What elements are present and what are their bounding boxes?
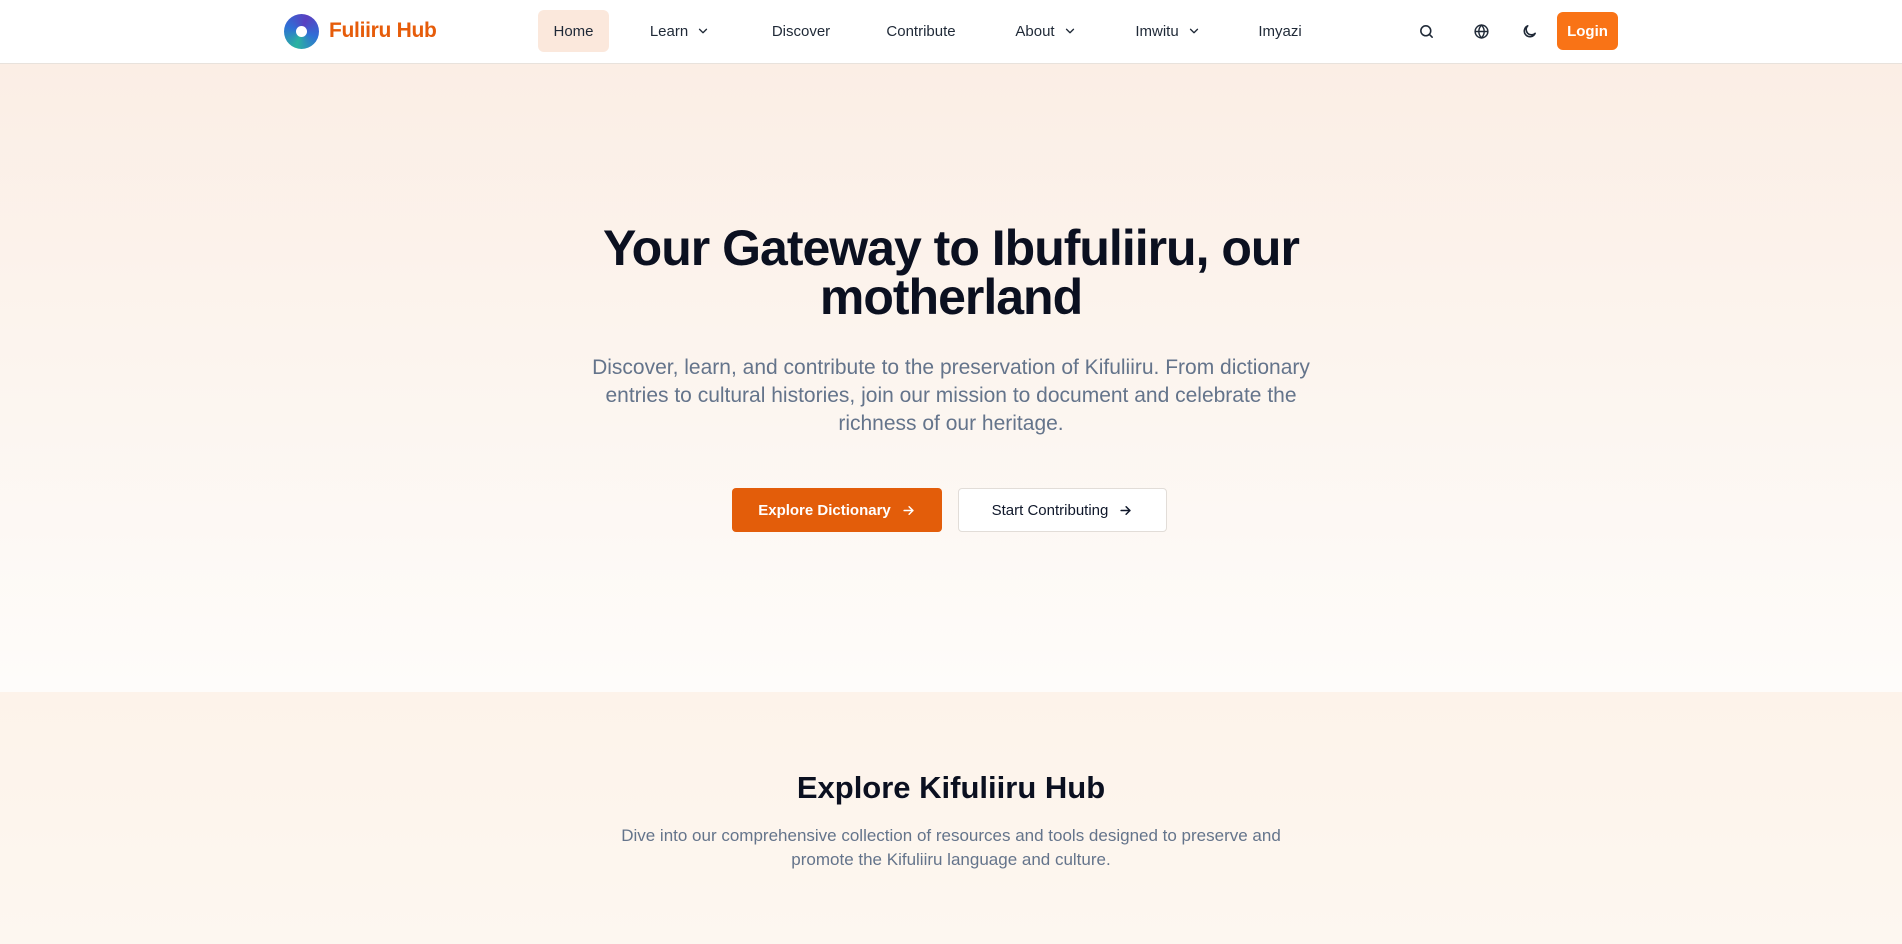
nav-learn[interactable]: Learn [640,10,720,52]
explore-dictionary-button[interactable]: Explore Dictionary [732,488,942,532]
nav-discover[interactable]: Discover [762,10,840,52]
search-icon [1419,24,1433,38]
nav-about-label: About [1015,22,1055,40]
globe-icon [1473,23,1489,39]
nav-imwitu[interactable]: Imwitu [1131,10,1205,52]
nav-contribute[interactable]: Contribute [881,10,961,52]
nav-about[interactable]: About [1004,10,1088,52]
language-button[interactable] [1466,16,1496,46]
logo-icon [284,13,319,49]
chevron-down-icon [1065,28,1074,34]
start-contributing-label: Start Contributing [991,501,1109,519]
nav-imwitu-label: Imwitu [1135,22,1179,40]
nav-imyazi[interactable]: Imyazi [1250,10,1310,52]
nav-discover-label: Discover [771,22,831,40]
nav-contribute-label: Contribute [886,22,956,40]
login-button[interactable]: Login [1557,12,1618,50]
chevron-down-icon [1189,28,1198,34]
arrow-right-icon [903,505,914,515]
brand-logo[interactable]: Fuliiru Hub [284,13,437,49]
chevron-down-icon [699,28,708,34]
nav-home-label: Home [553,22,594,40]
search-button[interactable] [1411,16,1441,46]
moon-icon [1523,24,1536,37]
brand-name: Fuliiru Hub [329,19,437,42]
site-header: Fuliiru Hub Home Learn Discover Contribu… [0,0,1902,64]
arrow-right-icon [1120,505,1131,515]
start-contributing-button[interactable]: Start Contributing [958,488,1167,532]
explore-dictionary-label: Explore Dictionary [758,501,891,519]
hero-subtitle: Discover, learn, and contribute to the p… [592,356,1310,435]
hero-section: Your Gateway to Ibufuliiru, our motherla… [0,64,1902,692]
explore-section: Explore Kifuliiru Hub Dive into our comp… [0,692,1902,944]
theme-toggle-button[interactable] [1514,16,1544,46]
nav-imyazi-label: Imyazi [1258,22,1302,40]
hero-title: Your Gateway to Ibufuliiru, our motherla… [603,220,1300,325]
explore-subtitle: Dive into our comprehensive collection o… [621,826,1281,869]
explore-title: Explore Kifuliiru Hub [796,770,1106,805]
nav-home[interactable]: Home [538,10,609,52]
nav-learn-label: Learn [649,22,689,40]
